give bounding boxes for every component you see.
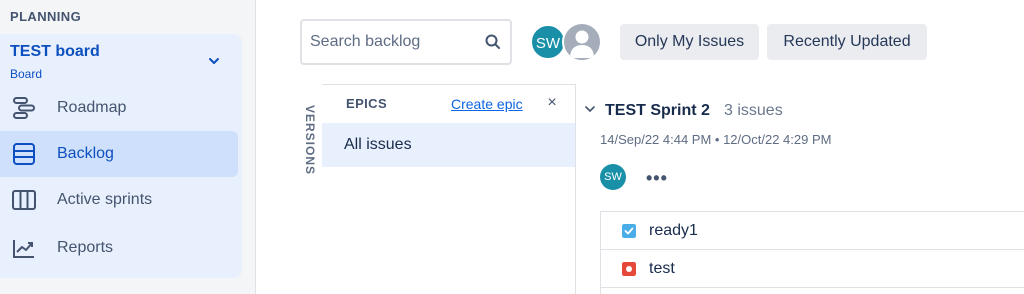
sidebar: PLANNING TEST board Board Roadmap Backlo…	[0, 0, 256, 294]
app-root: PLANNING TEST board Board Roadmap Backlo…	[0, 0, 1024, 294]
create-epic-link[interactable]: Create epic	[451, 96, 523, 112]
issue-row[interactable]: ready1	[601, 212, 1024, 250]
search-input[interactable]	[310, 31, 478, 53]
sprint-dates: 14/Sep/22 4:44 PM • 12/Oct/22 4:29 PM	[600, 132, 832, 147]
avatar-filter-unassigned[interactable]	[562, 22, 602, 62]
sidebar-item-backlog[interactable]: Backlog	[0, 131, 238, 177]
board-type: Board	[10, 67, 43, 81]
issue-row[interactable]: test	[601, 250, 1024, 288]
versions-label: VERSIONS	[303, 104, 317, 175]
issue-title: test	[649, 260, 675, 277]
only-my-issues-button[interactable]: Only My Issues	[620, 24, 759, 60]
epics-title: EPICS	[346, 96, 388, 111]
task-icon	[622, 224, 636, 238]
versions-tab[interactable]: VERSIONS	[300, 103, 320, 183]
board-name: TEST board	[10, 43, 100, 60]
more-actions-icon[interactable]: •••	[646, 168, 668, 189]
chevron-down-icon[interactable]	[206, 53, 222, 69]
epic-all-issues[interactable]: All issues	[322, 123, 575, 167]
backlog-icon	[13, 143, 35, 165]
sidebar-item-label: Reports	[57, 239, 114, 256]
user-silhouette-icon	[570, 30, 594, 58]
board-selector[interactable]: TEST board Board	[10, 43, 232, 83]
roadmap-icon	[13, 97, 35, 119]
sprint-title: TEST Sprint 2	[605, 102, 710, 119]
search-icon[interactable]	[484, 33, 502, 51]
sidebar-item-label: Roadmap	[57, 99, 127, 116]
sprint-issue-list: ready1 test	[600, 211, 1024, 294]
search-box[interactable]	[300, 19, 512, 65]
chevron-down-icon[interactable]	[584, 103, 596, 115]
epics-panel: EPICS Create epic × All issues	[322, 84, 576, 294]
sidebar-item-label: Backlog	[57, 145, 114, 162]
board-columns-icon	[12, 190, 36, 210]
sidebar-item-reports[interactable]: Reports	[0, 225, 238, 271]
recently-updated-button[interactable]: Recently Updated	[767, 24, 927, 60]
sidebar-item-active-sprints[interactable]: Active sprints	[0, 177, 238, 223]
reports-chart-icon	[13, 240, 34, 258]
bug-icon	[622, 262, 636, 276]
avatar[interactable]: SW	[600, 164, 626, 190]
epic-all-issues-label: All issues	[344, 136, 412, 153]
sidebar-item-roadmap[interactable]: Roadmap	[0, 85, 238, 131]
issue-title: ready1	[649, 222, 698, 239]
sprint-issue-count: 3 issues	[724, 102, 783, 119]
sidebar-section-title: PLANNING	[10, 9, 82, 24]
avatar-filter-sw[interactable]: SW	[530, 24, 566, 60]
sidebar-item-label: Active sprints	[57, 191, 153, 208]
close-icon[interactable]: ×	[544, 94, 560, 112]
